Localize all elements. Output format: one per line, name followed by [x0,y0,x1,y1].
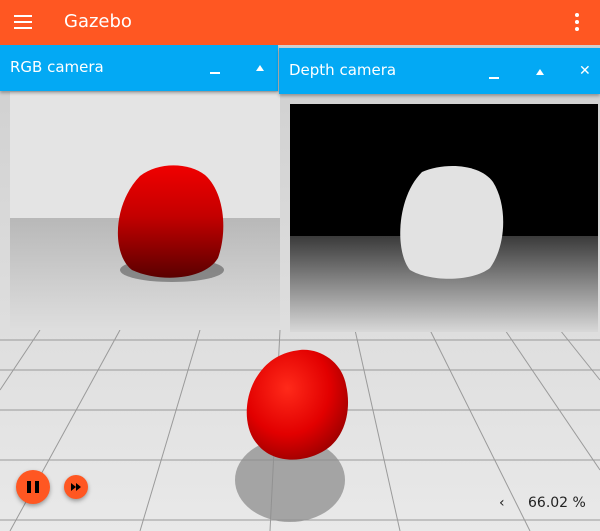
pause-button[interactable] [16,470,50,504]
rgb-camera-panel-header[interactable]: RGB camera [0,45,278,91]
collapse-icon[interactable] [536,69,544,75]
more-vert-icon[interactable] [570,13,584,33]
fast-forward-icon [71,483,81,491]
hamburger-menu-icon[interactable] [12,12,34,32]
rgb-camera-image [10,92,280,330]
real-time-factor: 66.02 % [528,495,586,511]
app-title: Gazebo [64,11,132,32]
minimize-icon[interactable] [489,77,499,79]
collapse-icon[interactable] [256,65,264,71]
top-app-bar: Gazebo [0,0,600,45]
rgb-camera-title: RGB camera [10,58,104,76]
step-button[interactable] [64,475,88,499]
minimize-icon[interactable] [210,72,220,74]
depth-camera-image [290,104,598,332]
close-icon[interactable]: ✕ [579,64,591,78]
depth-camera-panel-header[interactable]: Depth camera ✕ [279,48,600,94]
chevron-left-icon[interactable]: ‹ [499,495,505,511]
pause-icon [27,481,31,493]
depth-camera-title: Depth camera [289,61,397,79]
